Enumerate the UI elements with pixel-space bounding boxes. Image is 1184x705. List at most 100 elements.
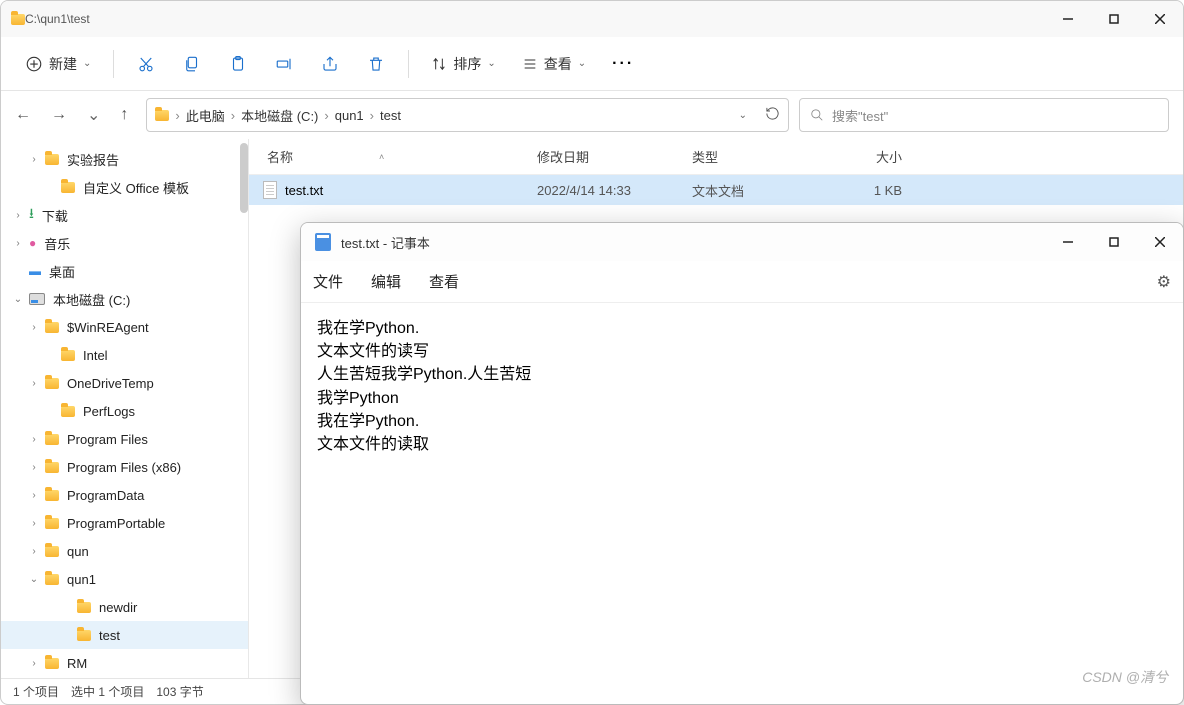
minimize-button[interactable] — [1045, 1, 1091, 37]
chevron-right-icon[interactable]: › — [11, 210, 25, 221]
notepad-content[interactable]: 我在学Python. 文本文件的读写 人生苦短我学Python.人生苦短 我学P… — [301, 303, 1183, 704]
chevron-right-icon[interactable]: › — [27, 434, 41, 445]
tree-item[interactable]: 自定义 Office 模板 — [1, 173, 248, 201]
chevron-right-icon[interactable]: › — [27, 490, 41, 501]
tree-item[interactable]: ›ProgramPortable — [1, 509, 248, 537]
chevron-down-icon: ⌄ — [83, 58, 91, 69]
new-button[interactable]: 新建 ⌄ — [15, 48, 101, 80]
sort-label: 排序 — [453, 54, 481, 74]
file-row[interactable]: test.txt 2022/4/14 14:33 文本文档 1 KB — [249, 175, 1183, 205]
maximize-button[interactable] — [1091, 224, 1137, 260]
breadcrumb[interactable]: 本地磁盘 (C:) — [241, 106, 318, 125]
sort-button[interactable]: 排序 ⌄ — [421, 48, 505, 80]
tree-item[interactable]: test — [1, 621, 248, 649]
download-icon: ⭳ — [29, 203, 34, 227]
breadcrumb[interactable]: qun1 — [335, 108, 364, 123]
nav-row: ← → ⌄ ↑ › 此电脑› 本地磁盘 (C:)› qun1› test ⌄ 搜… — [1, 91, 1183, 139]
status-items: 1 个项目 — [13, 683, 59, 700]
tree-item[interactable]: newdir — [1, 593, 248, 621]
view-button[interactable]: 查看 ⌄ — [512, 48, 596, 80]
col-type[interactable]: 类型 — [692, 147, 822, 166]
notepad-window: test.txt - 记事本 文件 编辑 查看 ⚙ 我在学Python. 文本文… — [300, 222, 1184, 705]
tree-item-label: Program Files — [67, 432, 148, 447]
chevron-right-icon[interactable]: › — [27, 546, 41, 557]
rename-icon[interactable] — [264, 46, 304, 82]
cut-icon[interactable] — [126, 46, 166, 82]
file-name: test.txt — [285, 183, 323, 198]
textfile-icon — [263, 181, 277, 199]
tree-item[interactable]: ›●音乐 — [1, 229, 248, 257]
address-bar[interactable]: › 此电脑› 本地磁盘 (C:)› qun1› test ⌄ — [146, 98, 789, 132]
chevron-right-icon[interactable]: › — [27, 462, 41, 473]
separator — [408, 50, 409, 78]
notepad-title: test.txt - 记事本 — [341, 233, 1045, 252]
chevron-right-icon[interactable]: › — [27, 658, 41, 669]
tree-item[interactable]: Intel — [1, 341, 248, 369]
close-button[interactable] — [1137, 224, 1183, 260]
minimize-button[interactable] — [1045, 224, 1091, 260]
folder-icon — [45, 322, 59, 333]
chevron-right-icon[interactable]: › — [27, 378, 41, 389]
tree-item[interactable]: ›ProgramData — [1, 481, 248, 509]
notepad-titlebar[interactable]: test.txt - 记事本 — [301, 223, 1183, 261]
back-button[interactable]: ← — [15, 106, 31, 124]
chevron-right-icon[interactable]: › — [27, 154, 41, 165]
tree-item-label: 自定义 Office 模板 — [83, 178, 189, 197]
tree-item[interactable]: ›⭳下载 — [1, 201, 248, 229]
tree-item-label: OneDriveTemp — [67, 376, 154, 391]
delete-icon[interactable] — [356, 46, 396, 82]
tree-item[interactable]: › OneDriveTemp — [1, 369, 248, 397]
window-controls — [1045, 1, 1183, 37]
close-button[interactable] — [1137, 1, 1183, 37]
folder-icon — [61, 350, 75, 361]
breadcrumb[interactable]: test — [380, 108, 401, 123]
more-button[interactable]: ··· — [602, 55, 644, 73]
tree-item[interactable]: ›Program Files (x86) — [1, 453, 248, 481]
col-size[interactable]: 大小 — [822, 147, 902, 166]
tree-item[interactable]: ⌄本地磁盘 (C:) — [1, 285, 248, 313]
col-name[interactable]: 名称 — [267, 147, 293, 166]
folder-icon — [11, 14, 25, 25]
tree-item[interactable]: › Program Files — [1, 425, 248, 453]
tree-item-label: PerfLogs — [83, 404, 135, 419]
refresh-icon[interactable] — [765, 106, 780, 124]
new-button-label: 新建 — [49, 54, 77, 74]
tree-item-label: newdir — [99, 600, 137, 615]
paste-icon[interactable] — [218, 46, 258, 82]
copy-icon[interactable] — [172, 46, 212, 82]
recent-chevron[interactable]: ⌄ — [87, 105, 100, 125]
up-button[interactable]: ↑ — [120, 106, 128, 124]
tree-item[interactable]: ›$WinREAgent — [1, 313, 248, 341]
chevron-down-icon[interactable]: ⌄ — [739, 110, 747, 121]
menu-view[interactable]: 查看 — [429, 271, 459, 292]
col-date[interactable]: 修改日期 — [537, 147, 692, 166]
explorer-titlebar[interactable]: C:\qun1\test — [1, 1, 1183, 37]
chevron-right-icon[interactable]: › — [11, 238, 25, 249]
search-input[interactable]: 搜索"test" — [799, 98, 1169, 132]
maximize-button[interactable] — [1091, 1, 1137, 37]
chevron-right-icon[interactable]: › — [27, 322, 41, 333]
status-selected: 选中 1 个项目 — [71, 683, 144, 700]
nav-tree[interactable]: ›实验报告自定义 Office 模板›⭳下载›●音乐▬桌面⌄本地磁盘 (C:)›… — [1, 139, 249, 678]
folder-icon — [45, 462, 59, 473]
folder-icon — [155, 110, 169, 121]
column-headers[interactable]: 名称˄ 修改日期 类型 大小 — [249, 139, 1183, 175]
chevron-right-icon[interactable]: › — [27, 518, 41, 529]
tree-item-label: 音乐 — [44, 234, 70, 253]
tree-item[interactable]: ›RM — [1, 649, 248, 677]
forward-button[interactable]: → — [51, 106, 67, 124]
tree-item[interactable]: ⌄qun1 — [1, 565, 248, 593]
tree-item[interactable]: ▬桌面 — [1, 257, 248, 285]
breadcrumb[interactable]: 此电脑 — [186, 106, 225, 125]
chevron-down-icon[interactable]: ⌄ — [11, 294, 25, 305]
tree-item[interactable]: ›qun — [1, 537, 248, 565]
settings-icon[interactable]: ⚙ — [1157, 272, 1171, 292]
tree-item[interactable]: › 实验报告 — [1, 145, 248, 173]
menu-file[interactable]: 文件 — [313, 271, 343, 292]
scrollbar-thumb[interactable] — [240, 143, 248, 213]
menu-edit[interactable]: 编辑 — [371, 271, 401, 292]
share-icon[interactable] — [310, 46, 350, 82]
chevron-down-icon[interactable]: ⌄ — [27, 574, 41, 585]
tree-item-label: 实验报告 — [67, 150, 119, 169]
tree-item[interactable]: PerfLogs — [1, 397, 248, 425]
